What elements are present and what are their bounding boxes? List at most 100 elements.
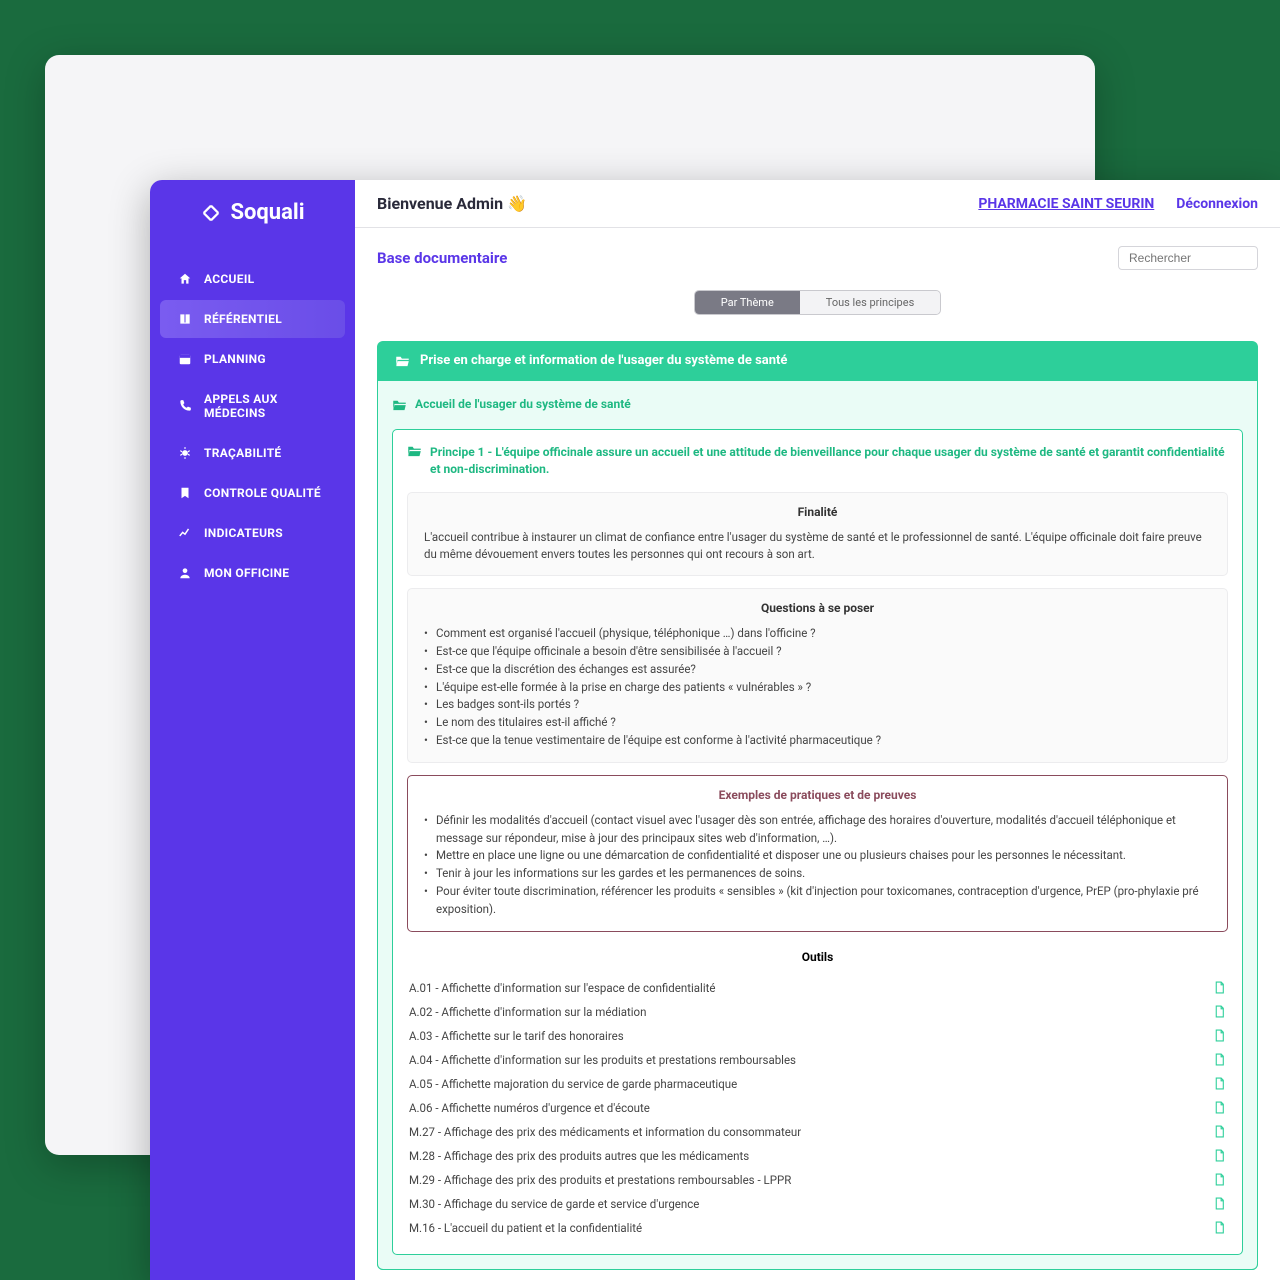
phone-icon — [178, 399, 192, 413]
tool-item[interactable]: M.27 - Affichage des prix des médicament… — [407, 1120, 1228, 1144]
tool-label: A.01 - Affichette d'information sur l'es… — [409, 981, 716, 995]
sidebar-item-label: ACCUEIL — [204, 272, 254, 286]
pharmacy-link[interactable]: PHARMACIE SAINT SEURIN — [978, 196, 1154, 212]
main-panel: Bienvenue Admin 👋 PHARMACIE SAINT SEURIN… — [355, 180, 1280, 1280]
sidebar-item-label: PLANNING — [204, 352, 266, 366]
sidebar-item-referentiel[interactable]: RÉFÉRENTIEL — [160, 300, 345, 338]
tool-label: M.16 - L'accueil du patient et la confid… — [409, 1221, 642, 1235]
question-item: Est-ce que la discrétion des échanges es… — [424, 661, 1211, 679]
tool-item[interactable]: M.29 - Affichage des prix des produits e… — [407, 1168, 1228, 1192]
sidebar-item-officine[interactable]: MON OFFICINE — [160, 554, 345, 592]
tab-group: Par Thème Tous les principes — [377, 290, 1258, 315]
questions-title: Questions à se poser — [424, 601, 1211, 615]
sidebar-item-tracabilite[interactable]: TRAÇABILITÉ — [160, 434, 345, 472]
examples-card: Exemples de pratiques et de preuves Défi… — [407, 775, 1228, 932]
welcome-text: Bienvenue Admin 👋 — [377, 194, 527, 213]
principle-block: Principe 1 - L'équipe officinale assure … — [392, 429, 1243, 1255]
tool-label: A.06 - Affichette numéros d'urgence et d… — [409, 1101, 650, 1115]
tool-item[interactable]: M.28 - Affichage des prix des produits a… — [407, 1144, 1228, 1168]
subsection-title: Accueil de l'usager du système de santé — [415, 397, 631, 411]
sidebar-item-label: CONTROLE QUALITÉ — [204, 486, 321, 500]
folder-open-icon — [392, 398, 407, 411]
tool-item[interactable]: M.16 - L'accueil du patient et la confid… — [407, 1216, 1228, 1240]
sidebar-item-indicateurs[interactable]: INDICATEURS — [160, 514, 345, 552]
sidebar-item-label: APPELS AUX MÉDECINS — [204, 392, 327, 420]
file-icon — [1213, 981, 1226, 994]
sidebar-item-accueil[interactable]: ACCUEIL — [160, 260, 345, 298]
sidebar-item-planning[interactable]: PLANNING — [160, 340, 345, 378]
tool-label: A.03 - Affichette sur le tarif des honor… — [409, 1029, 624, 1043]
brand-name: Soquali — [230, 200, 304, 225]
nav-list: ACCUEIL RÉFÉRENTIEL PLANNING APPELS AUX … — [150, 260, 355, 592]
chart-icon — [178, 526, 192, 540]
folder-open-icon — [407, 444, 422, 457]
tool-label: M.30 - Affichage du service de garde et … — [409, 1197, 699, 1211]
file-icon — [1213, 1125, 1226, 1138]
tool-item[interactable]: A.06 - Affichette numéros d'urgence et d… — [407, 1096, 1228, 1120]
calendar-icon — [178, 352, 192, 366]
sidebar-item-controle[interactable]: CONTROLE QUALITÉ — [160, 474, 345, 512]
tab-par-theme[interactable]: Par Thème — [695, 291, 800, 314]
file-icon — [1213, 1005, 1226, 1018]
app-window: Soquali ACCUEIL RÉFÉRENTIEL PLANNING APP… — [150, 180, 1280, 1280]
tools-list: A.01 - Affichette d'information sur l'es… — [407, 976, 1228, 1240]
book-icon — [178, 312, 192, 326]
examples-list: Définir les modalités d'accueil (contact… — [424, 812, 1211, 919]
tools-title: Outils — [407, 950, 1228, 964]
principle-header[interactable]: Principe 1 - L'équipe officinale assure … — [407, 444, 1228, 478]
question-item: Les badges sont-ils portés ? — [424, 696, 1211, 714]
subsection-header[interactable]: Accueil de l'usager du système de santé — [392, 395, 1243, 413]
sidebar: Soquali ACCUEIL RÉFÉRENTIEL PLANNING APP… — [150, 180, 355, 1280]
question-item: Comment est organisé l'accueil (physique… — [424, 625, 1211, 643]
brand-logo: Soquali — [150, 200, 355, 225]
questions-list: Comment est organisé l'accueil (physique… — [424, 625, 1211, 750]
tab-tous-principes[interactable]: Tous les principes — [800, 291, 940, 314]
examples-title: Exemples de pratiques et de preuves — [424, 788, 1211, 802]
content: Base documentaire Par Thème Tous les pri… — [355, 228, 1280, 1280]
example-item: Pour éviter toute discrimination, référe… — [424, 883, 1211, 919]
example-item: Mettre en place une ligne ou une démarca… — [424, 847, 1211, 865]
content-header: Base documentaire — [377, 246, 1258, 270]
tool-label: A.05 - Affichette majoration du service … — [409, 1077, 737, 1091]
file-icon — [1213, 1053, 1226, 1066]
sidebar-item-appels[interactable]: APPELS AUX MÉDECINS — [160, 380, 345, 432]
logo-icon — [200, 202, 222, 224]
page-title: Base documentaire — [377, 249, 507, 267]
tool-item[interactable]: M.30 - Affichage du service de garde et … — [407, 1192, 1228, 1216]
bookmark-icon — [178, 486, 192, 500]
question-item: Est-ce que l'équipe officinale a besoin … — [424, 643, 1211, 661]
tool-item[interactable]: A.03 - Affichette sur le tarif des honor… — [407, 1024, 1228, 1048]
logout-link[interactable]: Déconnexion — [1176, 196, 1258, 212]
search-input[interactable] — [1118, 246, 1258, 270]
section-body: Accueil de l'usager du système de santé … — [377, 380, 1258, 1270]
topbar: Bienvenue Admin 👋 PHARMACIE SAINT SEURIN… — [355, 180, 1280, 228]
tool-label: A.04 - Affichette d'information sur les … — [409, 1053, 796, 1067]
tool-label: M.29 - Affichage des prix des produits e… — [409, 1173, 791, 1187]
tool-item[interactable]: A.04 - Affichette d'information sur les … — [407, 1048, 1228, 1072]
tool-label: M.28 - Affichage des prix des produits a… — [409, 1149, 749, 1163]
tab-pill: Par Thème Tous les principes — [694, 290, 942, 315]
section-title: Prise en charge et information de l'usag… — [420, 353, 787, 368]
finalite-text: L'accueil contribue à instaurer un clima… — [424, 529, 1211, 564]
file-icon — [1213, 1173, 1226, 1186]
tool-item[interactable]: A.02 - Affichette d'information sur la m… — [407, 1000, 1228, 1024]
user-icon — [178, 566, 192, 580]
example-item: Définir les modalités d'accueil (contact… — [424, 812, 1211, 848]
section-block: Prise en charge et information de l'usag… — [377, 341, 1258, 1270]
question-item: Le nom des titulaires est-il affiché ? — [424, 714, 1211, 732]
section-header[interactable]: Prise en charge et information de l'usag… — [377, 341, 1258, 380]
question-item: L'équipe est-elle formée à la prise en c… — [424, 679, 1211, 697]
questions-card: Questions à se poser Comment est organis… — [407, 588, 1228, 763]
bug-icon — [178, 446, 192, 460]
home-icon — [178, 272, 192, 286]
tool-item[interactable]: A.05 - Affichette majoration du service … — [407, 1072, 1228, 1096]
file-icon — [1213, 1077, 1226, 1090]
finalite-card: Finalité L'accueil contribue à instaurer… — [407, 492, 1228, 577]
file-icon — [1213, 1149, 1226, 1162]
file-icon — [1213, 1197, 1226, 1210]
example-item: Tenir à jour les informations sur les ga… — [424, 865, 1211, 883]
sidebar-item-label: RÉFÉRENTIEL — [204, 312, 282, 326]
question-item: Est-ce que la tenue vestimentaire de l'é… — [424, 732, 1211, 750]
tool-item[interactable]: A.01 - Affichette d'information sur l'es… — [407, 976, 1228, 1000]
finalite-title: Finalité — [424, 505, 1211, 519]
